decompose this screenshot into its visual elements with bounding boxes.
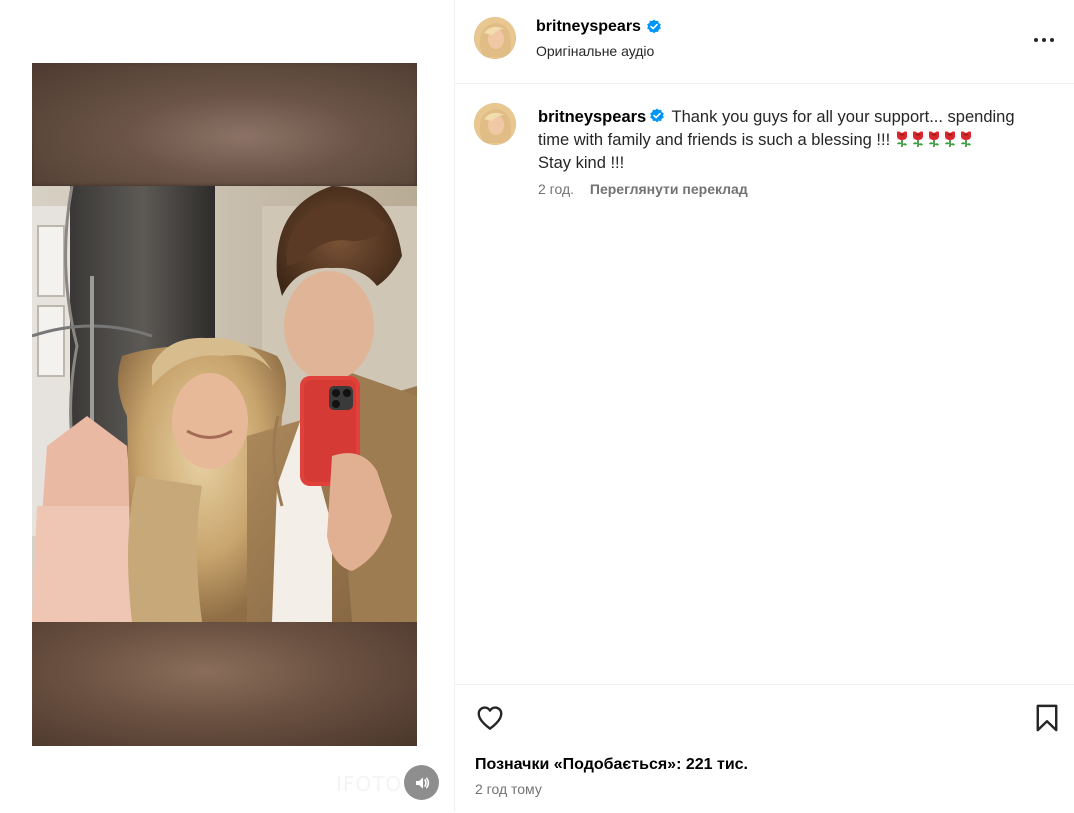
post-header: britneyspears Оригінальне аудіо xyxy=(455,0,1074,84)
bookmark-icon xyxy=(1036,704,1058,732)
rose-emoji-icon xyxy=(944,131,955,147)
verified-badge-icon xyxy=(647,19,661,34)
rose-emoji-icon xyxy=(960,131,971,147)
post-actions-footer: Позначки «Подобається»: 221 тис. 2 год т… xyxy=(455,684,1074,813)
video-blurred-bottom-band xyxy=(32,622,417,746)
likes-count[interactable]: Позначки «Подобається»: 221 тис. xyxy=(475,756,748,774)
post-video[interactable] xyxy=(32,63,417,746)
like-button[interactable] xyxy=(475,703,505,733)
original-audio-link[interactable]: Оригінальне аудіо xyxy=(536,43,654,59)
speaker-icon xyxy=(415,777,429,788)
more-options-icon[interactable] xyxy=(1029,30,1059,50)
caption-meta: 2 год. Переглянути переклад xyxy=(538,181,748,197)
avatar-image xyxy=(474,103,516,145)
heart-icon xyxy=(477,706,503,730)
rose-emoji-icon xyxy=(928,131,939,147)
video-blurred-top-band xyxy=(32,63,417,186)
caption-line-2: Stay kind !!! xyxy=(538,154,625,172)
username-link[interactable]: britneyspears xyxy=(536,18,641,36)
rose-emoji-icon xyxy=(896,131,907,147)
rose-emoji-icon xyxy=(912,131,923,147)
verified-badge-icon xyxy=(650,108,665,123)
caption-username-link[interactable]: britneyspears xyxy=(538,108,646,126)
save-button[interactable] xyxy=(1033,703,1061,733)
comment-timestamp[interactable]: 2 год. xyxy=(538,181,574,197)
caption-text-block: britneyspears Thank you guys for all you… xyxy=(538,106,1048,175)
avatar[interactable] xyxy=(474,103,516,145)
caption-comment: britneyspears Thank you guys for all you… xyxy=(455,84,1074,244)
sound-toggle-button[interactable] xyxy=(404,765,439,800)
rose-emoji-group xyxy=(895,131,975,149)
avatar[interactable] xyxy=(474,17,516,59)
avatar-image xyxy=(474,17,516,59)
see-translation-button[interactable]: Переглянути переклад xyxy=(590,181,748,197)
video-frame-scene xyxy=(32,186,417,622)
post-timestamp[interactable]: 2 год тому xyxy=(475,781,542,797)
video-watermark: IFOTO xyxy=(336,772,403,796)
media-panel: IFOTO xyxy=(0,0,454,812)
